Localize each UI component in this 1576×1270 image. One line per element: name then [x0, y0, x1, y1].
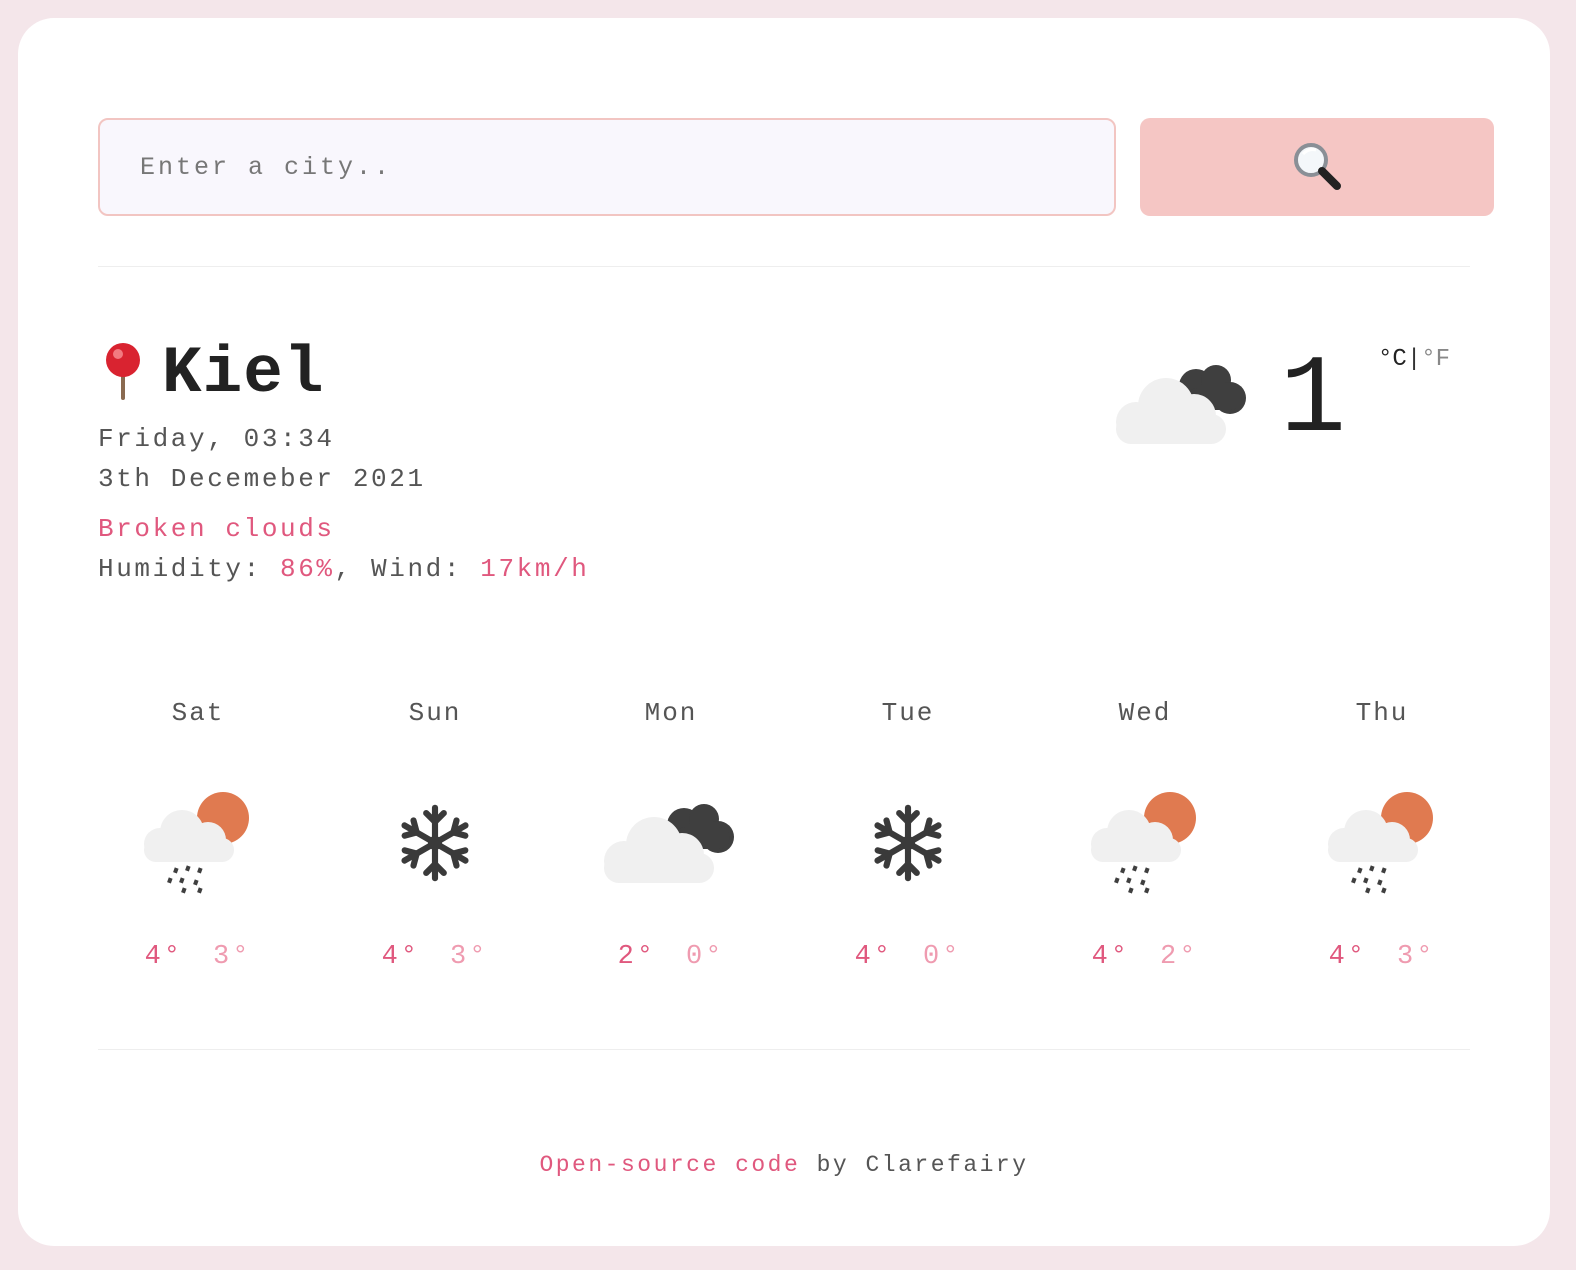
- wind-value: 17km/h: [480, 554, 590, 584]
- forecast-day: Tue 4° 0°: [808, 698, 1008, 1018]
- forecast-day: Sun 4° 3°: [335, 698, 535, 1018]
- search-button[interactable]: [1140, 118, 1494, 216]
- forecast-day: Sat 4° 3°: [98, 698, 298, 1018]
- rain-sun-icon: [1045, 778, 1245, 908]
- forecast-day: Thu 4° 3°: [1282, 698, 1482, 1018]
- humidity-value: 86%: [280, 554, 335, 584]
- top-divider: [98, 266, 1470, 267]
- forecast-min-temp: 0°: [686, 942, 725, 972]
- date: 3th Decemeber 2021: [98, 464, 426, 494]
- open-source-link[interactable]: Open-source code: [539, 1152, 800, 1178]
- day-time: Friday, 03:34: [98, 424, 335, 454]
- humidity-wind-line: Humidity: 86%, Wind: 17km/h: [98, 554, 589, 584]
- forecast-temps: 4° 0°: [808, 942, 1008, 972]
- city-name: Kiel: [162, 335, 325, 411]
- forecast-day: Wed 4° 2°: [1045, 698, 1245, 1018]
- forecast-max-temp: 4°: [381, 942, 420, 972]
- forecast: Sat 4° 3° Sun 4° 3° Mon 2° 0° Tue 4° 0° Wed …: [98, 698, 1494, 1018]
- rain-sun-icon: [1282, 778, 1482, 908]
- forecast-day-name: Mon: [644, 698, 698, 728]
- footer-author: by Clarefairy: [800, 1152, 1029, 1178]
- city-search-input[interactable]: [98, 118, 1116, 216]
- forecast-max-temp: 2°: [617, 942, 656, 972]
- forecast-day-name: Sun: [408, 698, 462, 728]
- footer: Open-source code by Clarefairy: [18, 1152, 1550, 1178]
- forecast-day-name: Tue: [881, 698, 935, 728]
- weather-card: Kiel Friday, 03:34 3th Decemeber 2021 Br…: [18, 18, 1550, 1246]
- magnifying-glass-icon: [1289, 138, 1345, 197]
- humidity-label: Humidity:: [98, 554, 281, 584]
- search-form: [98, 118, 1494, 216]
- forecast-min-temp: 3°: [213, 942, 252, 972]
- forecast-max-temp: 4°: [144, 942, 183, 972]
- forecast-temps: 2° 0°: [571, 942, 771, 972]
- forecast-max-temp: 4°: [1328, 942, 1367, 972]
- forecast-max-temp: 4°: [1091, 942, 1130, 972]
- forecast-temps: 4° 3°: [98, 942, 298, 972]
- wind-label: , Wind:: [334, 554, 481, 584]
- current-temperature: 1: [1280, 339, 1347, 464]
- snowflake-icon: [808, 778, 1008, 908]
- broken-clouds-icon: [571, 778, 771, 908]
- celsius-link[interactable]: °C: [1378, 346, 1407, 373]
- unit-toggle: °C|°F: [1378, 346, 1450, 373]
- forecast-day-name: Wed: [1118, 698, 1172, 728]
- forecast-temps: 4° 3°: [1282, 942, 1482, 972]
- bottom-divider: [98, 1049, 1470, 1050]
- city-header: Kiel: [98, 328, 324, 418]
- forecast-min-temp: 0°: [923, 942, 962, 972]
- forecast-max-temp: 4°: [854, 942, 893, 972]
- forecast-day: Mon 2° 0°: [571, 698, 771, 1018]
- weather-description: Broken clouds: [98, 514, 335, 544]
- rain-sun-icon: [98, 778, 298, 908]
- forecast-temps: 4° 2°: [1045, 942, 1245, 972]
- forecast-day-name: Thu: [1355, 698, 1409, 728]
- unit-separator: |: [1406, 346, 1422, 373]
- forecast-temps: 4° 3°: [335, 942, 535, 972]
- forecast-min-temp: 3°: [1397, 942, 1436, 972]
- snowflake-icon: [335, 778, 535, 908]
- fahrenheit-link[interactable]: °F: [1421, 346, 1450, 373]
- forecast-min-temp: 2°: [1160, 942, 1199, 972]
- forecast-min-temp: 3°: [450, 942, 489, 972]
- pushpin-icon: [98, 340, 148, 406]
- forecast-day-name: Sat: [171, 698, 225, 728]
- broken-clouds-icon: [1108, 354, 1258, 458]
